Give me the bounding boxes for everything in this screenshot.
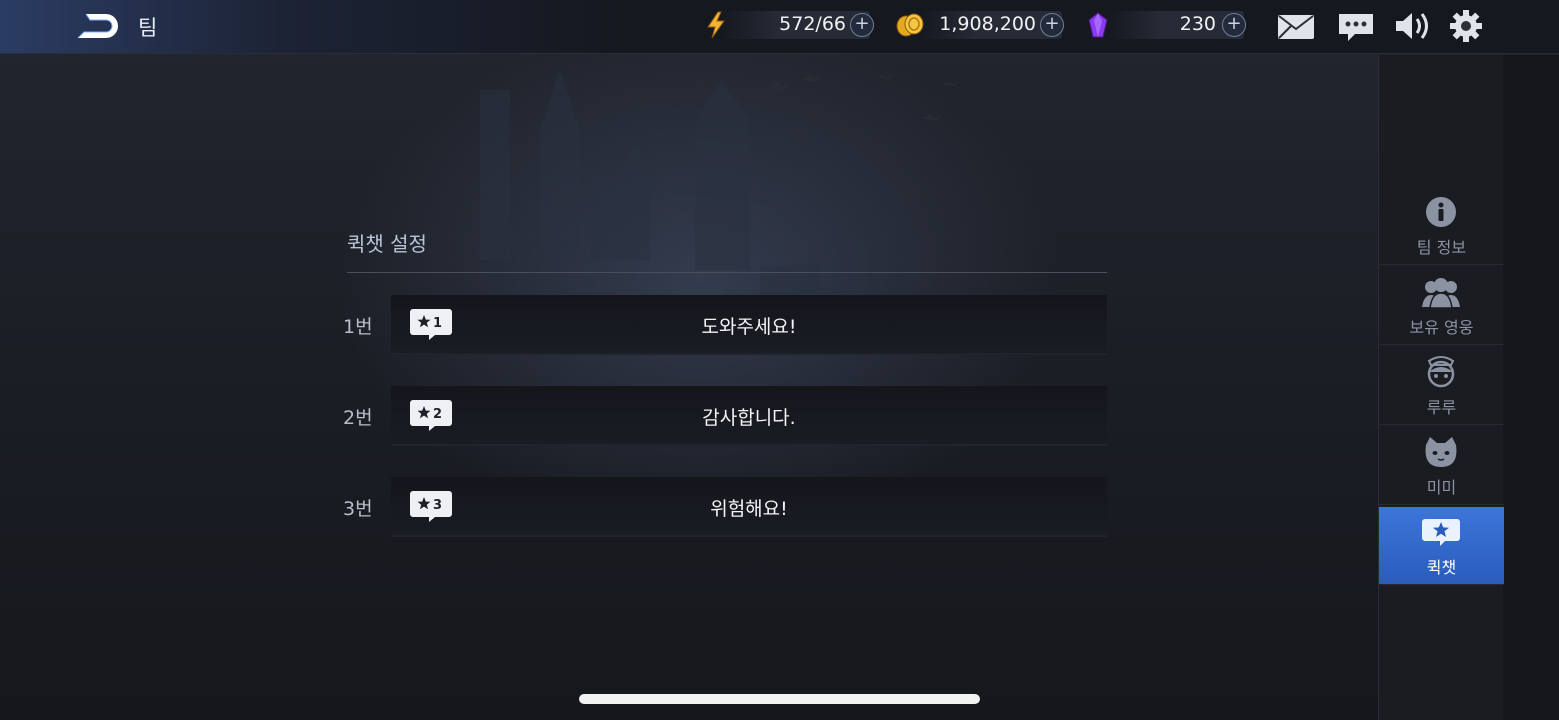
stamina-resource: 572/66 + bbox=[700, 11, 880, 39]
purple-gem-icon bbox=[1088, 12, 1108, 38]
sidebar-item-label: 보유 영웅 bbox=[1409, 318, 1474, 337]
quickchat-settings-title: 퀵챗 설정 bbox=[347, 232, 427, 256]
sidebar-item-label: 미미 bbox=[1426, 478, 1457, 497]
gear-icon[interactable] bbox=[1446, 8, 1486, 44]
top-bar: 팀 572/66 + 1,908,200 + 230 + bbox=[0, 0, 1559, 54]
speaker-icon[interactable] bbox=[1392, 8, 1432, 44]
quickchat-slot-2[interactable]: 2 감사합니다. bbox=[391, 386, 1107, 446]
sidebar-item-team-info[interactable]: 팀 정보 bbox=[1379, 187, 1504, 265]
gold-coins-icon bbox=[896, 13, 924, 37]
cat-face-icon bbox=[1425, 437, 1457, 467]
right-sidebar: 팀 정보 보유 영웅 루루 미미 퀵챗 bbox=[1378, 55, 1504, 720]
heroes-icon bbox=[1422, 278, 1460, 309]
page-title: 팀 bbox=[138, 16, 158, 40]
sidebar-item-owned-heroes[interactable]: 보유 영웅 bbox=[1379, 267, 1504, 345]
row-label-1: 1번 bbox=[343, 316, 373, 338]
home-indicator[interactable] bbox=[579, 694, 980, 704]
back-d-logo-icon[interactable] bbox=[76, 10, 124, 42]
row-label-2: 2번 bbox=[343, 407, 373, 429]
gold-resource: 1,908,200 + bbox=[892, 11, 1072, 39]
lightning-icon bbox=[707, 11, 725, 39]
sidebar-item-label: 팀 정보 bbox=[1416, 238, 1467, 257]
chat-bubble-icon[interactable] bbox=[1336, 8, 1376, 44]
gold-value: 1,908,200 bbox=[939, 13, 1036, 35]
quickchat-slot-1[interactable]: 1 도와주세요! bbox=[391, 295, 1107, 355]
quickchat-text-3: 위험해요! bbox=[710, 498, 788, 520]
quickchat-text-1: 도와주세요! bbox=[701, 316, 797, 338]
girl-face-icon bbox=[1427, 356, 1455, 388]
sidebar-item-label: 퀵챗 bbox=[1426, 558, 1457, 577]
gem-resource: 230 + bbox=[1084, 11, 1254, 39]
add-stamina-button[interactable]: + bbox=[850, 13, 874, 37]
mail-icon[interactable] bbox=[1276, 8, 1316, 44]
sidebar-item-quickchat[interactable]: 퀵챗 bbox=[1379, 507, 1504, 585]
stamina-value: 572/66 bbox=[779, 13, 846, 35]
title-divider bbox=[347, 272, 1107, 273]
sidebar-item-ruru[interactable]: 루루 bbox=[1379, 347, 1504, 425]
gem-value: 230 bbox=[1179, 13, 1216, 35]
add-gem-button[interactable]: + bbox=[1222, 13, 1246, 37]
castle-background bbox=[0, 0, 1559, 720]
info-icon bbox=[1426, 197, 1456, 227]
add-gold-button[interactable]: + bbox=[1040, 13, 1064, 37]
quickchat-text-2: 감사합니다. bbox=[702, 407, 796, 429]
quickchat-star-icon bbox=[1422, 519, 1460, 546]
sidebar-item-label: 루루 bbox=[1426, 398, 1457, 417]
sidebar-item-mimi[interactable]: 미미 bbox=[1379, 427, 1504, 505]
row-label-3: 3번 bbox=[343, 498, 373, 520]
quickchat-slot-3[interactable]: 3 위험해요! bbox=[391, 477, 1107, 537]
